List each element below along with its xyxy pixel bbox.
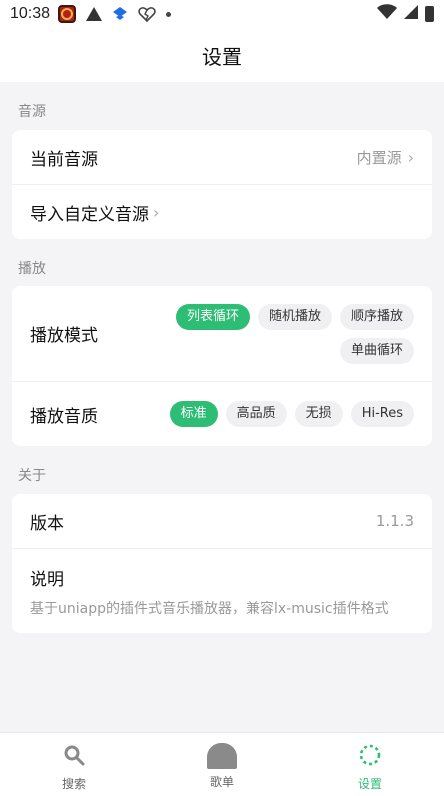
dropbox-icon	[112, 6, 128, 22]
quality-chip-hires[interactable]: Hi-Res	[350, 401, 414, 427]
play-mode-options: 列表循环 随机播放 顺序播放 单曲循环	[150, 303, 414, 364]
version-row: 版本 1.1.3	[12, 494, 432, 549]
settings-icon	[358, 743, 382, 771]
version-label: 版本	[30, 513, 64, 534]
quality-chip-lossless[interactable]: 无损	[294, 401, 343, 427]
section-label-playback: 播放	[18, 261, 46, 277]
quality-chip-high[interactable]: 高品质	[225, 401, 287, 427]
page-title: 设置	[202, 44, 242, 69]
wifi-icon	[377, 4, 397, 24]
current-source-value-wrap: 内置源 ›	[357, 147, 414, 168]
search-icon	[62, 743, 86, 771]
import-source-label: 导入自定义音源	[30, 204, 149, 225]
battery-icon	[425, 6, 434, 22]
description-label: 说明	[30, 569, 64, 590]
section-label-about: 关于	[18, 468, 46, 484]
status-bar: 10:38	[0, 0, 444, 28]
nav-item-search[interactable]: 搜索	[0, 733, 148, 796]
page-header: 设置	[0, 28, 444, 82]
play-mode-label: 播放模式	[30, 326, 98, 346]
source-card: 当前音源 内置源 › 导入自定义音源 ›	[12, 130, 432, 239]
warning-icon	[86, 7, 103, 21]
description-text: 基于uniapp的插件式音乐播放器，兼容lx-music插件格式	[30, 600, 389, 617]
playback-card: 播放模式 列表循环 随机播放 顺序播放 单曲循环 播放音质 标准 高品质 无损 …	[12, 286, 432, 446]
current-source-row[interactable]: 当前音源 内置源 ›	[12, 130, 432, 185]
nav-item-playlist[interactable]: 歌单	[148, 733, 296, 796]
current-source-label: 当前音源	[30, 149, 98, 170]
nav-label-settings: 设置	[357, 777, 382, 791]
quality-options: 标准 高品质 无损 Hi-Res	[150, 401, 414, 427]
nav-label-playlist: 歌单	[209, 775, 234, 789]
quality-row: 播放音质 标准 高品质 无损 Hi-Res	[12, 382, 432, 446]
mode-chip-shuffle[interactable]: 随机播放	[257, 303, 332, 330]
signal-icon	[403, 4, 419, 24]
chevron-right-icon: ›	[407, 147, 414, 167]
section-label-source: 音源	[18, 104, 46, 120]
description-row: 说明 基于uniapp的插件式音乐播放器，兼容lx-music插件格式	[12, 549, 432, 633]
heart-broken-icon	[138, 6, 156, 22]
nav-item-settings[interactable]: 设置	[296, 733, 444, 796]
chevron-right-icon: ›	[153, 202, 160, 222]
mode-chip-sequential[interactable]: 顺序播放	[339, 303, 414, 330]
version-value: 1.1.3	[375, 512, 414, 530]
more-dot-icon	[166, 11, 172, 17]
current-source-value: 内置源	[356, 148, 402, 167]
quality-chip-standard[interactable]: 标准	[169, 401, 218, 427]
quality-label: 播放音质	[30, 406, 98, 427]
about-card: 版本 1.1.3 说明 基于uniapp的插件式音乐播放器，兼容lx-music…	[12, 494, 432, 633]
app-notification-icon	[58, 5, 77, 23]
play-mode-row: 播放模式 列表循环 随机播放 顺序播放 单曲循环	[12, 286, 432, 382]
status-time: 10:38	[10, 5, 51, 22]
mode-chip-list-loop[interactable]: 列表循环	[175, 303, 250, 330]
playlist-icon	[207, 743, 237, 769]
import-source-row[interactable]: 导入自定义音源 ›	[12, 185, 432, 239]
mode-chip-single-loop[interactable]: 单曲循环	[339, 337, 414, 364]
nav-label-search: 搜索	[61, 777, 86, 791]
bottom-nav: 搜索 歌单 设置	[0, 732, 444, 796]
